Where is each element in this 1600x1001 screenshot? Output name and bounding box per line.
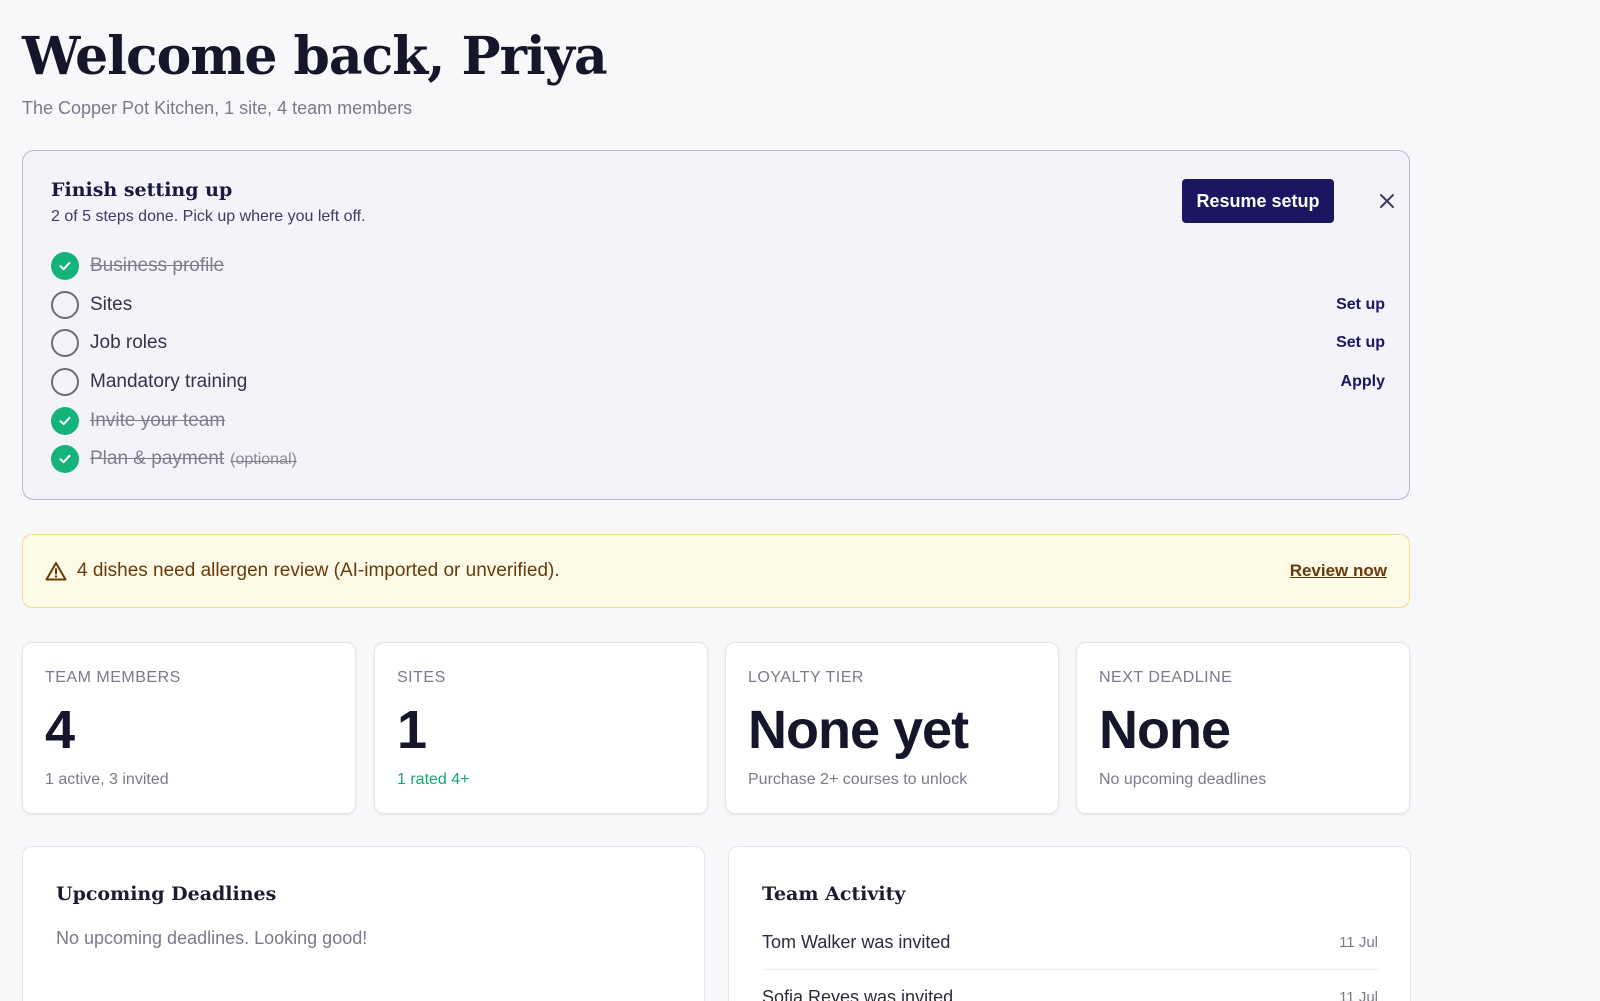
step-label: Plan & payment (optional) [90,448,297,470]
stat-label: SITES [397,669,446,686]
panel-title: Team Activity [762,883,906,905]
stat-note: 1 active, 3 invited [45,771,169,788]
check-icon [51,252,79,281]
stat-note: Purchase 2+ courses to unlock [748,771,968,788]
step-label: Mandatory training [90,371,248,393]
stat-card-loyalty-tier: LOYALTY TIER None yet Purchase 2+ course… [725,642,1059,814]
setup-steps: Business profile Sites Set up Job roles … [51,247,1385,479]
dashboard-page: Welcome back, Priya The Copper Pot Kitch… [0,0,1600,1001]
stat-value: None yet [748,700,969,760]
setup-step-job-roles: Job roles Set up [51,324,1385,363]
stat-card-next-deadline: NEXT DEADLINE None No upcoming deadlines [1076,642,1410,814]
stat-value: 1 [397,700,427,760]
setup-step-mandatory-training: Mandatory training Apply [51,363,1385,402]
warning-triangle-icon [45,562,67,581]
empty-circle-icon [51,368,79,397]
activity-date: 11 Jul [1339,933,1378,951]
setup-job-roles-link[interactable]: Set up [1336,334,1385,352]
resume-setup-button[interactable]: Resume setup [1182,179,1334,223]
setup-step-sites: Sites Set up [51,286,1385,325]
setup-step-invite-team: Invite your team [51,401,1385,440]
stat-note: 1 rated 4+ [397,771,470,788]
stat-label: TEAM MEMBERS [45,669,181,686]
team-activity-panel: Team Activity Tom Walker was invited 11 … [728,846,1411,1001]
activity-item: Sofia Reyes was invited 11 Jul [762,970,1378,1001]
stat-label: NEXT DEADLINE [1099,669,1233,686]
step-label: Job roles [90,332,168,354]
review-now-link[interactable]: Review now [1290,561,1387,581]
stat-value: 4 [45,700,75,760]
check-icon [51,406,79,435]
empty-circle-icon [51,290,79,319]
setup-step-plan-payment: Plan & payment (optional) [51,440,1385,479]
check-icon [51,445,79,474]
stat-label: LOYALTY TIER [748,669,864,686]
empty-state-text: No upcoming deadlines. Looking good! [56,928,368,948]
panel-title: Upcoming Deadlines [56,883,277,905]
close-icon [1380,194,1394,208]
optional-tag: (optional) [230,451,297,469]
upcoming-deadlines-panel: Upcoming Deadlines No upcoming deadlines… [22,846,705,1001]
stat-note: No upcoming deadlines [1099,771,1267,788]
allergen-alert: 4 dishes need allergen review (AI-import… [22,534,1410,608]
setup-card: Finish setting up 2 of 5 steps done. Pic… [22,150,1410,500]
step-label-text: Plan & payment [90,448,225,470]
page-subtitle: The Copper Pot Kitchen, 1 site, 4 team m… [22,98,413,118]
activity-text: Sofia Reyes was invited [762,987,954,1001]
setup-description: 2 of 5 steps done. Pick up where you lef… [51,208,366,225]
setup-step-business-profile: Business profile [51,247,1385,286]
setup-sites-link[interactable]: Set up [1336,296,1385,314]
step-label: Business profile [90,255,225,277]
empty-circle-icon [51,329,79,358]
activity-item: Tom Walker was invited 11 Jul [762,915,1378,970]
activity-text: Tom Walker was invited [762,931,951,952]
stat-card-sites: SITES 1 1 rated 4+ [374,642,708,814]
setup-title: Finish setting up [51,179,233,201]
close-setup-button[interactable] [1375,189,1399,213]
activity-date: 11 Jul [1339,989,1378,1001]
page-title: Welcome back, Priya [22,26,608,87]
alert-text: 4 dishes need allergen review (AI-import… [77,560,560,581]
stat-value: None [1099,700,1231,760]
stat-card-team-members: TEAM MEMBERS 4 1 active, 3 invited [22,642,356,814]
activity-list: Tom Walker was invited 11 Jul Sofia Reye… [762,915,1378,1001]
step-label: Invite your team [90,409,226,431]
apply-training-link[interactable]: Apply [1341,373,1385,391]
step-label: Sites [90,293,133,315]
